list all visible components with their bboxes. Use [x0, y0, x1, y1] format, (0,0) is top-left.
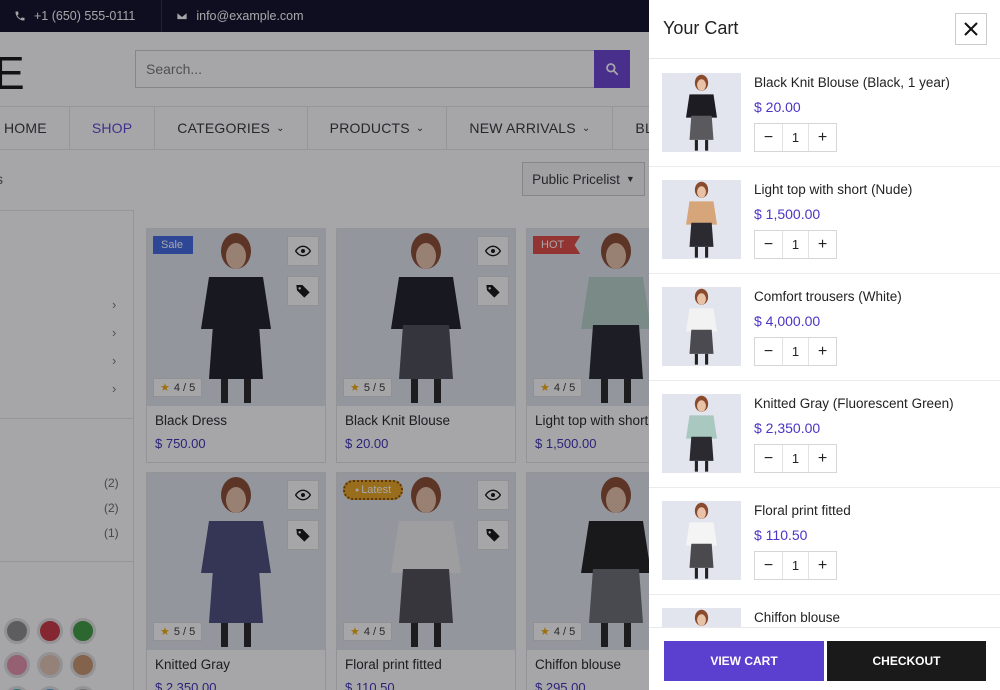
cart-item-thumbnail[interactable]: [662, 501, 741, 580]
quantity-input[interactable]: [782, 338, 809, 365]
cart-items-list[interactable]: Black Knit Blouse (Black, 1 year) $ 20.00…: [649, 60, 1000, 627]
cart-item-name[interactable]: Black Knit Blouse (Black, 1 year): [754, 75, 950, 90]
cart-item: Chiffon blouse−+: [649, 595, 1000, 627]
cart-item: Comfort trousers (White) $ 4,000.00 −+: [649, 274, 1000, 381]
cart-title: Your Cart: [663, 18, 739, 38]
cart-item: Black Knit Blouse (Black, 1 year) $ 20.00…: [649, 60, 1000, 167]
quantity-input[interactable]: [782, 552, 809, 579]
quantity-stepper: −+: [754, 444, 837, 473]
cart-item-price: $ 4,000.00: [754, 313, 821, 329]
cart-footer: VIEW CART CHECKOUT: [649, 627, 1000, 690]
quantity-input[interactable]: [782, 445, 809, 472]
quantity-stepper: −+: [754, 337, 837, 366]
cart-item-price: $ 110.50: [754, 527, 808, 543]
quantity-input[interactable]: [782, 124, 809, 151]
quantity-stepper: −+: [754, 551, 837, 580]
quantity-input[interactable]: [782, 231, 809, 258]
decrease-qty-button[interactable]: −: [755, 124, 782, 151]
decrease-qty-button[interactable]: −: [755, 445, 782, 472]
cart-item-name[interactable]: Knitted Gray (Fluorescent Green): [754, 396, 954, 411]
cart-item-thumbnail[interactable]: [662, 608, 741, 627]
cart-item-name[interactable]: Comfort trousers (White): [754, 289, 902, 304]
cart-item-thumbnail[interactable]: [662, 394, 741, 473]
view-cart-button[interactable]: VIEW CART: [664, 641, 824, 681]
cart-item: Floral print fitted $ 110.50 −+: [649, 488, 1000, 595]
cart-item-thumbnail[interactable]: [662, 73, 741, 152]
cart-item-name[interactable]: Chiffon blouse: [754, 610, 840, 625]
cart-header: Your Cart: [649, 0, 1000, 59]
cart-item-price: $ 1,500.00: [754, 206, 821, 222]
quantity-stepper: −+: [754, 230, 837, 259]
cart-item-name[interactable]: Light top with short (Nude): [754, 182, 912, 197]
decrease-qty-button[interactable]: −: [755, 552, 782, 579]
quantity-stepper: −+: [754, 123, 837, 152]
increase-qty-button[interactable]: +: [809, 231, 836, 258]
cart-item: Knitted Gray (Fluorescent Green) $ 2,350.…: [649, 381, 1000, 488]
close-icon: [964, 22, 978, 36]
decrease-qty-button[interactable]: −: [755, 338, 782, 365]
increase-qty-button[interactable]: +: [809, 124, 836, 151]
cart-item-price: $ 20.00: [754, 99, 801, 115]
increase-qty-button[interactable]: +: [809, 338, 836, 365]
cart-item-thumbnail[interactable]: [662, 180, 741, 259]
close-button[interactable]: [955, 13, 987, 45]
decrease-qty-button[interactable]: −: [755, 231, 782, 258]
cart-drawer: Your Cart Black Knit Blouse (Black, 1 ye…: [649, 0, 1000, 690]
checkout-button[interactable]: CHECKOUT: [827, 641, 986, 681]
cart-item-price: $ 2,350.00: [754, 420, 821, 436]
cart-item: Light top with short (Nude) $ 1,500.00 −+: [649, 167, 1000, 274]
increase-qty-button[interactable]: +: [809, 445, 836, 472]
cart-item-name[interactable]: Floral print fitted: [754, 503, 851, 518]
cart-item-thumbnail[interactable]: [662, 287, 741, 366]
increase-qty-button[interactable]: +: [809, 552, 836, 579]
